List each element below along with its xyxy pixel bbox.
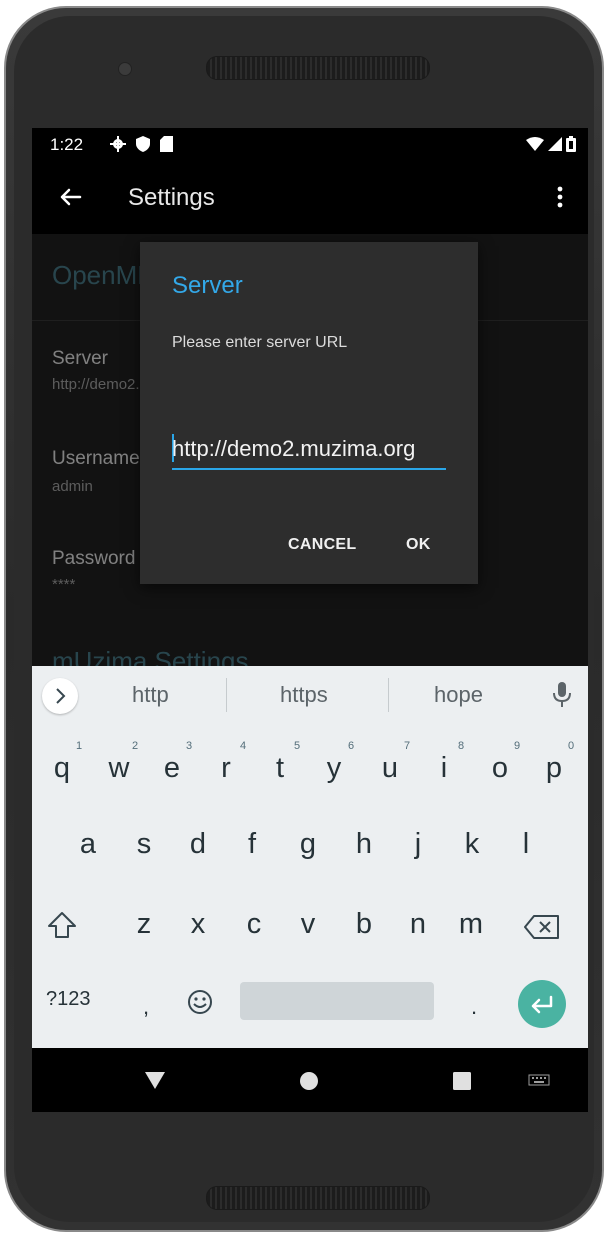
key-l[interactable]: l xyxy=(518,828,534,861)
suggestion-3[interactable]: hope xyxy=(434,682,483,708)
chevron-right-icon xyxy=(56,688,66,704)
key-p[interactable]: p xyxy=(542,752,566,785)
expand-suggestions-button[interactable] xyxy=(42,678,78,714)
server-dialog: Server Please enter server URL http://de… xyxy=(140,242,478,584)
backspace-icon[interactable] xyxy=(524,914,560,940)
key-u[interactable]: u xyxy=(378,752,402,785)
status-bar: 1:22 xyxy=(32,128,588,160)
hint-3: 3 xyxy=(186,740,193,752)
suggestion-2[interactable]: https xyxy=(280,682,328,708)
symbols-key[interactable]: ?123 xyxy=(46,988,91,1011)
suggestion-separator xyxy=(388,678,389,712)
cancel-button[interactable]: CANCEL xyxy=(288,536,356,554)
suggestion-1[interactable]: http xyxy=(132,682,169,708)
enter-key[interactable] xyxy=(518,980,566,1028)
key-j[interactable]: j xyxy=(408,828,428,861)
server-url-value: http://demo2.muzima.org xyxy=(172,436,416,461)
space-bar[interactable] xyxy=(240,982,434,1020)
hint-9: 9 xyxy=(514,740,521,752)
key-z[interactable]: z xyxy=(132,908,156,941)
key-v[interactable]: v xyxy=(296,908,320,941)
cell-signal-icon xyxy=(548,137,562,151)
key-x[interactable]: x xyxy=(186,908,210,941)
key-w[interactable]: w xyxy=(104,752,134,785)
enter-arrow-icon xyxy=(531,995,553,1014)
emoji-icon[interactable] xyxy=(186,988,214,1016)
key-period[interactable]: . xyxy=(468,994,480,1020)
microphone-icon[interactable] xyxy=(550,680,574,710)
status-notification-icons xyxy=(110,136,173,152)
dialog-message: Please enter server URL xyxy=(172,334,348,351)
key-y[interactable]: y xyxy=(322,752,346,785)
suggestion-strip: http https hope xyxy=(32,666,588,724)
hint-2: 2 xyxy=(132,740,139,752)
key-i[interactable]: i xyxy=(434,752,454,785)
recents-square-icon[interactable] xyxy=(452,1071,472,1091)
key-h[interactable]: h xyxy=(352,828,376,861)
system-nav-bar xyxy=(32,1048,588,1112)
key-q[interactable]: q xyxy=(50,752,74,785)
key-s[interactable]: s xyxy=(132,828,156,861)
key-e[interactable]: e xyxy=(160,752,184,785)
overflow-menu-icon[interactable] xyxy=(550,180,570,214)
device-screen: 1:22 Settings OpenMRS Server http://demo… xyxy=(32,128,588,1112)
hint-4: 4 xyxy=(240,740,247,752)
dialog-title: Server xyxy=(172,272,243,299)
key-n[interactable]: n xyxy=(406,908,430,941)
key-c[interactable]: c xyxy=(242,908,266,941)
hint-7: 7 xyxy=(404,740,411,752)
battery-icon xyxy=(566,136,576,152)
earpiece-speaker xyxy=(206,56,430,80)
server-url-input[interactable]: http://demo2.muzima.org xyxy=(172,432,446,470)
sd-card-icon xyxy=(160,136,173,152)
front-camera xyxy=(118,62,132,76)
hint-5: 5 xyxy=(294,740,301,752)
status-system-icons xyxy=(526,136,576,152)
hint-8: 8 xyxy=(458,740,465,752)
key-m[interactable]: m xyxy=(454,908,488,941)
ok-button[interactable]: OK xyxy=(406,536,431,554)
key-k[interactable]: k xyxy=(460,828,484,861)
key-d[interactable]: d xyxy=(186,828,210,861)
shift-icon[interactable] xyxy=(46,910,78,940)
key-o[interactable]: o xyxy=(488,752,512,785)
key-g[interactable]: g xyxy=(296,828,320,861)
key-t[interactable]: t xyxy=(270,752,290,785)
settings-gear-icon xyxy=(110,136,126,152)
bottom-speaker xyxy=(206,1186,430,1210)
key-a[interactable]: a xyxy=(76,828,100,861)
back-triangle-icon[interactable] xyxy=(144,1070,166,1090)
shield-icon xyxy=(136,136,150,152)
soft-keyboard: http https hope q 1 w 2 e 3 r 4 t 5 y 6 xyxy=(32,666,588,1048)
suggestion-separator xyxy=(226,678,227,712)
hint-1: 1 xyxy=(76,740,83,752)
back-arrow-icon[interactable] xyxy=(54,180,88,214)
key-f[interactable]: f xyxy=(242,828,262,861)
key-r[interactable]: r xyxy=(216,752,236,785)
wifi-icon xyxy=(526,137,544,151)
hint-6: 6 xyxy=(348,740,355,752)
key-b[interactable]: b xyxy=(352,908,376,941)
key-comma[interactable]: , xyxy=(140,994,152,1020)
app-bar: Settings xyxy=(32,160,588,234)
hint-0: 0 xyxy=(568,740,575,752)
status-time: 1:22 xyxy=(50,135,84,154)
keyboard-switcher-icon[interactable] xyxy=(528,1074,550,1088)
page-title: Settings xyxy=(128,184,215,211)
home-circle-icon[interactable] xyxy=(298,1070,320,1092)
